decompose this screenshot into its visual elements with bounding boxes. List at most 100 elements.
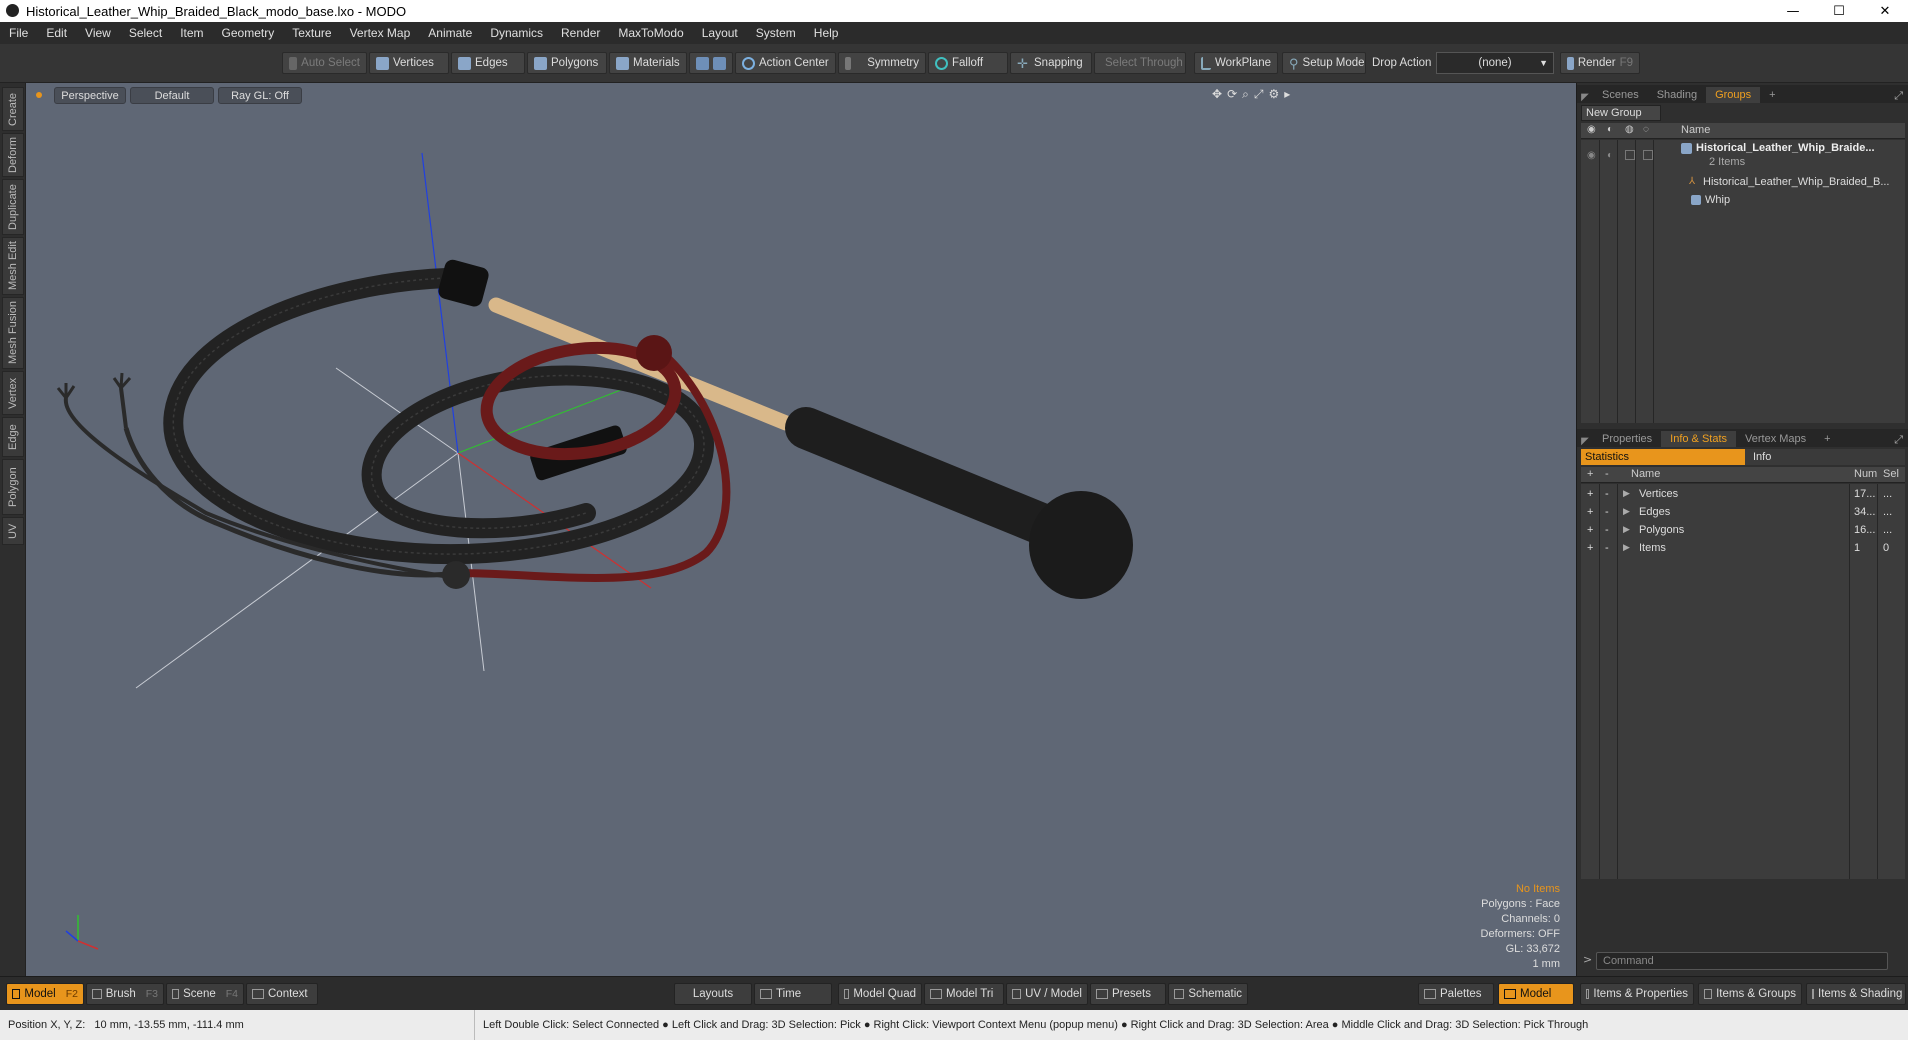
model-quad-button[interactable]: Model Quad — [838, 983, 922, 1005]
panel-menu-icon[interactable]: ◤ — [1577, 92, 1593, 103]
layouts-button[interactable]: Layouts — [674, 983, 752, 1005]
select-mode-toggle[interactable] — [689, 52, 733, 74]
tab-uv[interactable]: UV — [2, 517, 24, 545]
menu-geometry[interactable]: Geometry — [213, 26, 284, 40]
add-tab-icon[interactable]: + — [1760, 87, 1784, 103]
add-tab-icon[interactable]: + — [1815, 431, 1839, 447]
command-input[interactable]: Command — [1596, 952, 1888, 970]
menu-render[interactable]: Render — [552, 26, 609, 40]
scene-layout-button[interactable]: Scene F4 — [166, 983, 244, 1005]
expand-icon[interactable]: + — [1587, 524, 1593, 536]
tab-duplicate[interactable]: Duplicate — [2, 179, 24, 235]
menu-help[interactable]: Help — [805, 26, 848, 40]
maximize-panel-icon[interactable]: ⤢ — [1894, 89, 1903, 103]
schematic-button[interactable]: Schematic — [1168, 983, 1248, 1005]
command-history-arrow-icon[interactable]: > — [1583, 953, 1592, 966]
stat-row-items[interactable]: + - ▶ Items 1 0 — [1581, 540, 1905, 558]
items-shading-button[interactable]: Items & Shading — [1806, 983, 1906, 1005]
items-properties-button[interactable]: Items & Properties — [1580, 983, 1694, 1005]
group-child-row[interactable]: Whip — [1581, 192, 1905, 210]
3d-viewport[interactable]: Perspective Default Ray GL: Off ✥ ⟳ ⌕ ⤢ … — [26, 83, 1576, 976]
menu-animate[interactable]: Animate — [419, 26, 481, 40]
tree-arrow-icon[interactable]: ▶ — [1623, 488, 1630, 499]
auto-select-button[interactable]: Auto Select — [282, 52, 367, 74]
menu-select[interactable]: Select — [120, 26, 171, 40]
menu-file[interactable]: File — [0, 26, 37, 40]
subtab-info[interactable]: Info — [1745, 449, 1905, 465]
tree-arrow-icon[interactable]: ▶ — [1623, 542, 1630, 553]
menu-maxtomodo[interactable]: MaxToModo — [609, 26, 692, 40]
menu-system[interactable]: System — [747, 26, 805, 40]
tab-create[interactable]: Create — [2, 87, 24, 131]
model-layout-button[interactable]: Model F2 — [6, 983, 84, 1005]
tab-mesh-edit[interactable]: Mesh Edit — [2, 237, 24, 295]
model-tab-button[interactable]: Model — [1498, 983, 1574, 1005]
vertices-button[interactable]: Vertices — [369, 52, 449, 74]
polygons-button[interactable]: Polygons — [527, 52, 607, 74]
minimize-button[interactable]: — — [1770, 0, 1816, 22]
menu-layout[interactable]: Layout — [693, 26, 747, 40]
symmetry-button[interactable]: Symmetry — [838, 52, 926, 74]
presets-button[interactable]: Presets — [1090, 983, 1166, 1005]
maximize-button[interactable]: ☐ — [1816, 0, 1862, 22]
collapse-icon[interactable]: - — [1605, 488, 1609, 500]
collapse-icon[interactable]: - — [1605, 524, 1609, 536]
render-button[interactable]: Render F9 — [1560, 52, 1640, 74]
tab-vertex[interactable]: Vertex — [2, 371, 24, 415]
palettes-button[interactable]: Palettes — [1418, 983, 1494, 1005]
subtab-statistics[interactable]: Statistics — [1581, 449, 1745, 465]
menu-edit[interactable]: Edit — [37, 26, 76, 40]
tree-arrow-icon[interactable]: ▶ — [1623, 506, 1630, 517]
brush-layout-button[interactable]: Brush F3 — [86, 983, 164, 1005]
collapse-all-icon[interactable]: - — [1605, 468, 1609, 480]
menu-view[interactable]: View — [76, 26, 120, 40]
action-center-button[interactable]: Action Center — [735, 52, 836, 74]
expand-all-icon[interactable]: + — [1587, 468, 1593, 480]
tab-mesh-fusion[interactable]: Mesh Fusion — [2, 297, 24, 369]
collapse-icon[interactable]: - — [1605, 542, 1609, 554]
snapping-button[interactable]: ✛ Snapping — [1010, 52, 1092, 74]
tab-polygon[interactable]: Polygon — [2, 459, 24, 515]
menu-texture[interactable]: Texture — [283, 26, 340, 40]
panel-menu-icon[interactable]: ◤ — [1577, 436, 1593, 447]
tab-shading[interactable]: Shading — [1648, 87, 1706, 103]
tab-edge[interactable]: Edge — [2, 417, 24, 457]
tab-scenes[interactable]: Scenes — [1593, 87, 1648, 103]
maximize-panel-icon[interactable]: ⤢ — [1894, 433, 1903, 447]
new-group-button[interactable]: New Group — [1581, 105, 1661, 121]
items-groups-button[interactable]: Items & Groups — [1698, 983, 1802, 1005]
render-toggle-icon[interactable]: ◐ — [1607, 150, 1613, 161]
falloff-button[interactable]: Falloff — [928, 52, 1008, 74]
tree-arrow-icon[interactable]: ▶ — [1623, 524, 1630, 535]
tab-info-stats[interactable]: Info & Stats — [1661, 431, 1737, 447]
group-child-row[interactable]: ⅄ Historical_Leather_Whip_Braided_B... — [1581, 174, 1905, 192]
group-row-root[interactable]: ◉ ◐ Historical_Leather_Whip_Braide... 2 … — [1581, 142, 1905, 172]
tab-groups[interactable]: Groups — [1706, 87, 1761, 103]
tab-deform[interactable]: Deform — [2, 133, 24, 177]
model-tri-button[interactable]: Model Tri — [924, 983, 1004, 1005]
visibility-eye-icon[interactable]: ◉ — [1587, 150, 1596, 161]
expand-icon[interactable]: + — [1587, 542, 1593, 554]
menu-dynamics[interactable]: Dynamics — [481, 26, 552, 40]
select-through-button[interactable]: Select Through — [1094, 52, 1186, 74]
expand-icon[interactable]: + — [1587, 488, 1593, 500]
drop-action-select[interactable]: (none) ▼ — [1436, 52, 1554, 74]
expand-icon[interactable]: + — [1587, 506, 1593, 518]
materials-button[interactable]: Materials — [609, 52, 687, 74]
stat-row-polygons[interactable]: + - ▶ Polygons 16... ... — [1581, 522, 1905, 540]
collapse-icon[interactable]: - — [1605, 506, 1609, 518]
time-button[interactable]: Time — [754, 983, 832, 1005]
context-layout-button[interactable]: Context — [246, 983, 318, 1005]
tab-properties[interactable]: Properties — [1593, 431, 1661, 447]
close-button[interactable]: ✕ — [1862, 0, 1908, 22]
menu-item[interactable]: Item — [171, 26, 212, 40]
select-checkbox[interactable] — [1643, 150, 1653, 160]
workplane-button[interactable]: WorkPlane — [1194, 52, 1278, 74]
tab-vertex-maps[interactable]: Vertex Maps — [1736, 431, 1815, 447]
lock-checkbox[interactable] — [1625, 150, 1635, 160]
stat-row-edges[interactable]: + - ▶ Edges 34... ... — [1581, 504, 1905, 522]
uv-model-button[interactable]: UV / Model — [1006, 983, 1088, 1005]
menu-vertex-map[interactable]: Vertex Map — [341, 26, 420, 40]
setup-mode-button[interactable]: ⚲ Setup Mode — [1282, 52, 1366, 74]
stat-row-vertices[interactable]: + - ▶ Vertices 17... ... — [1581, 486, 1905, 504]
